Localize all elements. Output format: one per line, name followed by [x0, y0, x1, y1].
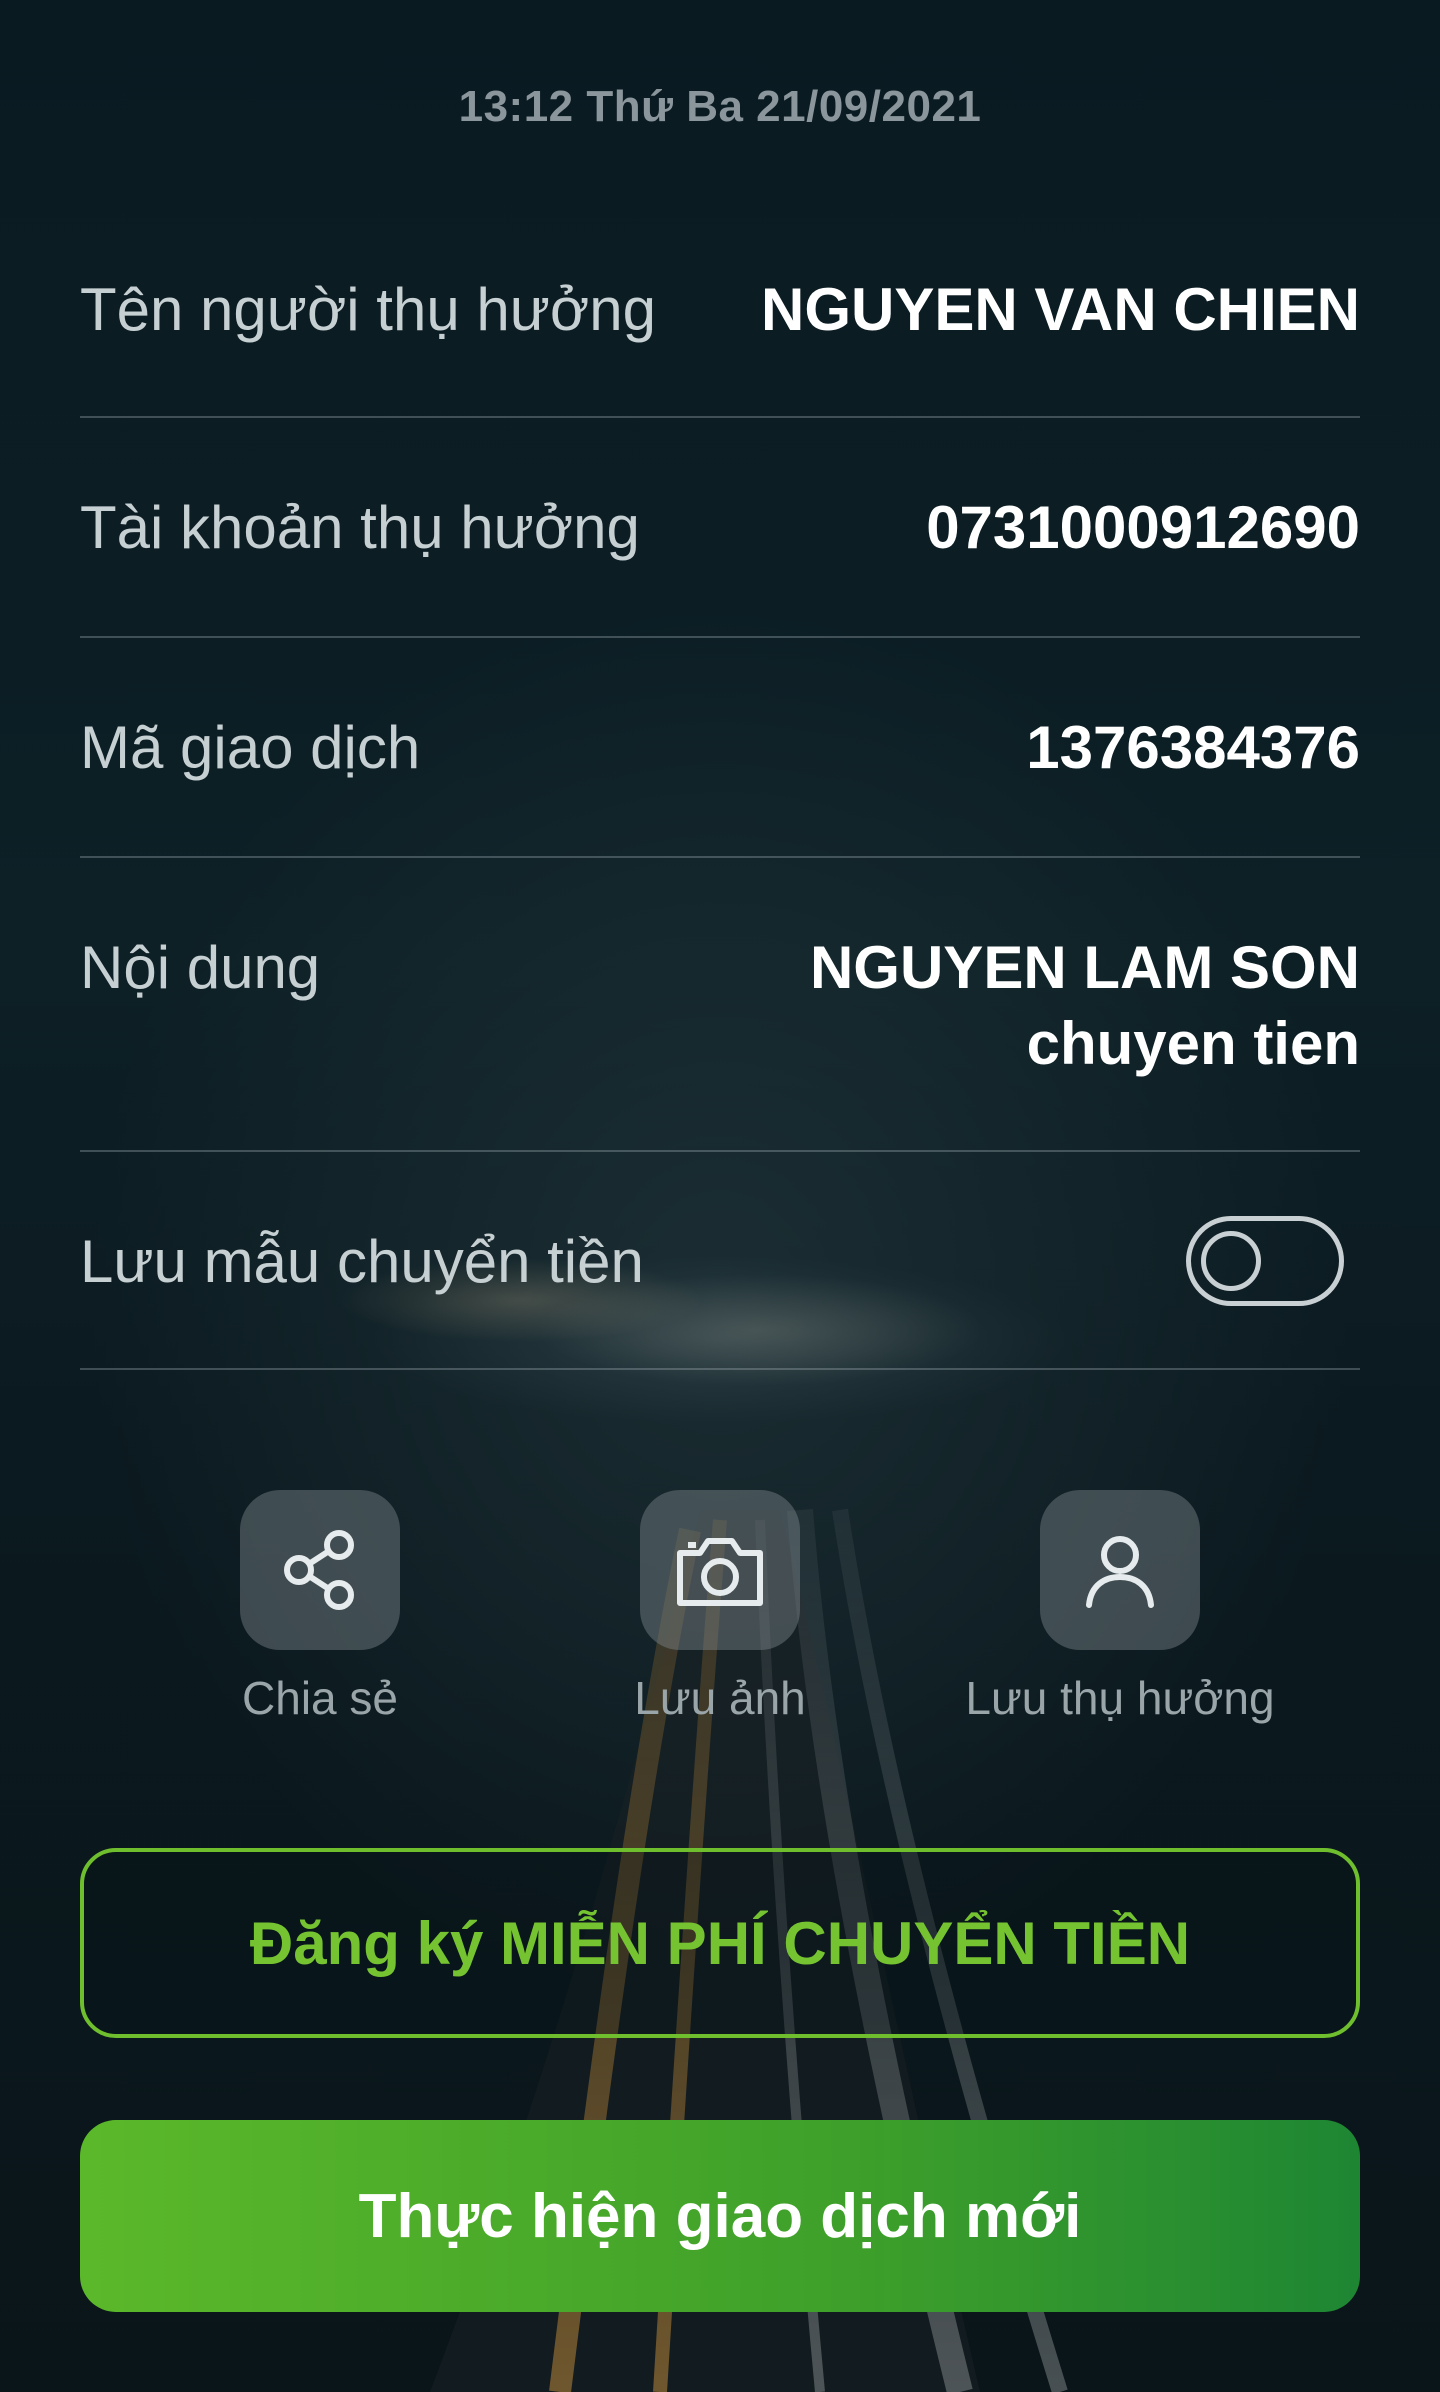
transaction-code-label: Mã giao dịch: [80, 714, 421, 781]
new-transaction-button[interactable]: Thực hiện giao dịch mới: [80, 2120, 1360, 2312]
save-beneficiary-label: Lưu thụ hưởng: [965, 1672, 1275, 1724]
save-image-tile[interactable]: [640, 1490, 800, 1650]
toggle-knob: [1201, 1231, 1261, 1291]
share-tile[interactable]: [240, 1490, 400, 1650]
content-value-line1: NGUYEN LAM SON: [809, 934, 1360, 1001]
content-value: NGUYEN LAM SON chuyen tien: [810, 930, 1360, 1082]
transaction-timestamp: 13:12 Thứ Ba 21/09/2021: [458, 82, 982, 131]
save-template-toggle[interactable]: [1186, 1216, 1344, 1306]
save-image-action[interactable]: Lưu ảnh: [560, 1490, 880, 1728]
share-icon: [284, 1530, 354, 1610]
beneficiary-name-value: NGUYEN VAN CHIEN: [761, 276, 1360, 343]
save-template-row: Lưu mẫu chuyển tiền: [80, 1152, 1360, 1370]
transaction-code-value: 1376384376: [1026, 714, 1360, 781]
content-value-line2: chuyen tien: [1026, 1010, 1360, 1077]
content-row: Nội dung NGUYEN LAM SON chuyen tien: [80, 858, 1360, 1152]
content-layer: 13:12 Thứ Ba 21/09/2021 Tên người thụ hư…: [0, 0, 1440, 2392]
beneficiary-name-row: Tên người thụ hưởng NGUYEN VAN CHIEN: [80, 272, 1360, 418]
transaction-result-screen: 13:12 Thứ Ba 21/09/2021 Tên người thụ hư…: [0, 0, 1440, 2392]
share-action[interactable]: Chia sẻ: [160, 1490, 480, 1728]
save-beneficiary-tile[interactable]: [1040, 1490, 1200, 1650]
user-icon: [1086, 1536, 1154, 1608]
share-label: Chia sẻ: [242, 1672, 398, 1724]
beneficiary-account-row: Tài khoản thụ hưởng 0731000912690: [80, 418, 1360, 638]
camera-icon: [677, 1538, 763, 1606]
transaction-code-row: Mã giao dịch 1376384376: [80, 638, 1360, 858]
beneficiary-name-label: Tên người thụ hưởng: [80, 276, 657, 343]
beneficiary-account-label: Tài khoản thụ hưởng: [80, 494, 640, 561]
save-beneficiary-action[interactable]: Lưu thụ hưởng: [960, 1490, 1280, 1728]
content-label: Nội dung: [80, 934, 321, 1001]
save-template-label: Lưu mẫu chuyển tiền: [80, 1228, 644, 1295]
beneficiary-account-value: 0731000912690: [926, 494, 1360, 561]
register-free-transfer-button[interactable]: Đăng ký MIỄN PHÍ CHUYỂN TIỀN: [80, 1848, 1360, 2038]
save-image-label: Lưu ảnh: [634, 1672, 806, 1724]
